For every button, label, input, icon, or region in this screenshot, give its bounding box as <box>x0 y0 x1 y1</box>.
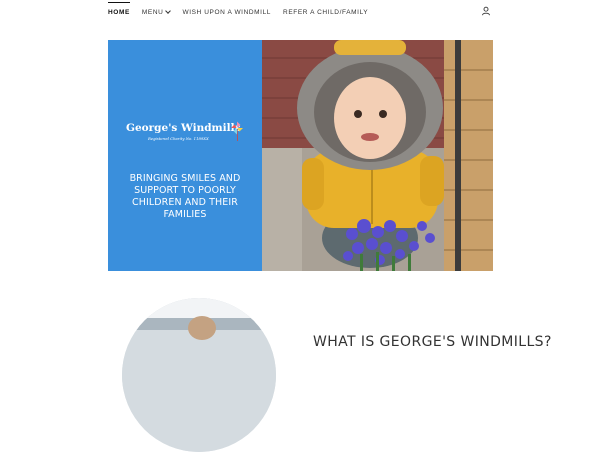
hero-text-panel: George's Windmills Registered Charity No… <box>108 40 262 271</box>
logo-title: George's Windmills <box>126 122 241 134</box>
nav-menu-label: Menu <box>141 8 164 16</box>
nav-wish-upon-a-windmill[interactable]: Wish upon a windmill <box>182 9 271 16</box>
nav-wish-label: Wish upon a windmill <box>182 8 272 16</box>
about-image <box>122 298 276 452</box>
user-icon[interactable] <box>481 6 491 16</box>
logo-subtitle: Registered Charity No. 1189XX <box>148 136 209 141</box>
chevron-down-icon <box>165 8 172 14</box>
nav-refer-label: Refer a child/family <box>283 8 369 16</box>
about-photo-illustration <box>122 298 276 452</box>
main-nav: Home Menu Wish upon a windmill Refer a c… <box>108 0 380 24</box>
about-title: What is George's Windmills? <box>313 333 552 350</box>
hero-photo-illustration <box>262 40 493 271</box>
windmill-icon <box>231 121 243 142</box>
nav-menu[interactable]: Menu <box>141 8 172 16</box>
hero-tagline: Bringing smiles and support to poorly ch… <box>129 173 241 221</box>
hero-banner: George's Windmills Registered Charity No… <box>108 40 493 271</box>
nav-home[interactable]: Home <box>108 1 130 16</box>
hero-photo <box>262 40 493 271</box>
nav-home-label: Home <box>108 8 130 16</box>
nav-refer-a-child[interactable]: Refer a child/family <box>283 9 368 16</box>
